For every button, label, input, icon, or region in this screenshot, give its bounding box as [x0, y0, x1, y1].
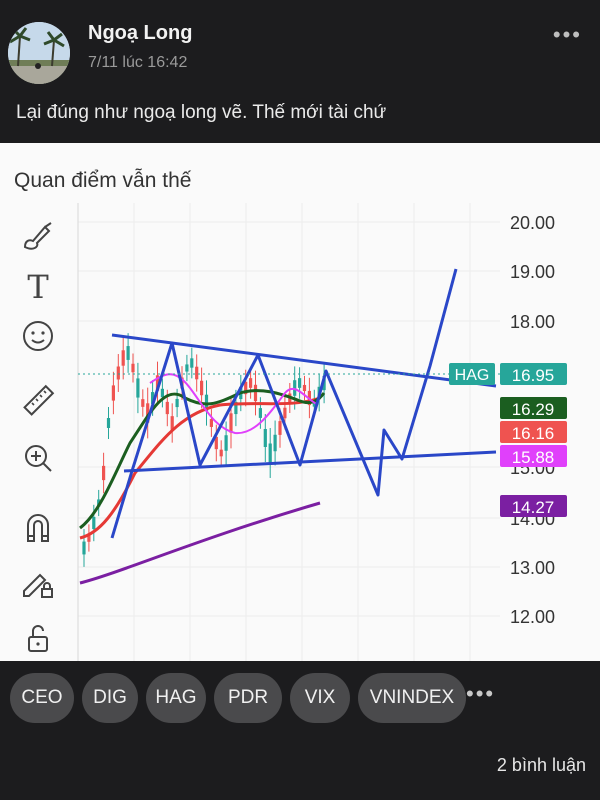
- candle-body: [200, 380, 204, 396]
- price-label: 16.16: [512, 424, 555, 443]
- ruler-icon: [16, 383, 60, 423]
- post-timestamp[interactable]: 7/11 lúc 16:42: [88, 54, 187, 72]
- y-tick-label: 20.00: [510, 213, 555, 233]
- image-caption: Quan điểm vẫn thế: [14, 169, 192, 192]
- unlock-icon: [16, 621, 60, 661]
- zoom-in-icon: [16, 441, 60, 481]
- post-header: Ngoạ Long 7/11 lúc 16:42 •••: [0, 0, 600, 90]
- tag-vix[interactable]: VIX: [290, 673, 350, 723]
- candle-body: [175, 398, 179, 408]
- candle-body: [273, 434, 277, 452]
- candle-body: [131, 363, 135, 373]
- candle-body: [92, 516, 96, 530]
- tag-ceo[interactable]: CEO: [10, 673, 74, 723]
- candle-body: [229, 413, 233, 433]
- ma-purple-line: [79, 501, 321, 585]
- candle-body: [106, 418, 111, 428]
- candle-body: [224, 435, 228, 451]
- price-label: 14.27: [512, 498, 555, 517]
- y-tick-label: 12.00: [510, 607, 555, 627]
- candle-body: [278, 421, 282, 435]
- avatar[interactable]: [8, 22, 70, 84]
- comments-count[interactable]: 2 bình luận: [497, 755, 586, 776]
- candle-body: [126, 346, 130, 360]
- candle-body: [283, 407, 287, 419]
- post-body-text: Lại đúng như ngoạ long vẽ. Thế mới tài c…: [16, 102, 387, 123]
- author-name[interactable]: Ngoạ Long: [88, 22, 192, 45]
- candle-body: [219, 449, 223, 457]
- lower-trendline: [123, 450, 497, 473]
- y-tick-label: 19.00: [510, 262, 555, 282]
- candle-body: [160, 388, 164, 398]
- candle-body: [258, 408, 262, 418]
- candle-body: [82, 541, 86, 555]
- price-label: 16.29: [512, 400, 555, 419]
- post-image[interactable]: 20.00 19.00 18.00 15.00 14.00 13.00 12.00 HAG 16…: [0, 143, 600, 661]
- pencil-lock-icon: [16, 565, 60, 605]
- candle-body: [102, 465, 106, 481]
- tag-dig[interactable]: DIG: [82, 673, 138, 723]
- candle-body: [136, 378, 140, 398]
- tag-pdr[interactable]: PDR: [214, 673, 282, 723]
- candle-body: [298, 378, 302, 388]
- candle-body: [141, 399, 145, 407]
- candle-body: [165, 401, 169, 415]
- tag-vnindex[interactable]: VNINDEX: [358, 673, 466, 723]
- candle-body: [253, 384, 258, 402]
- candle-body: [302, 384, 307, 392]
- text-icon: T: [27, 268, 49, 306]
- brush-icon: [16, 219, 60, 259]
- post-footer: CEO DIG HAG PDR VIX VNINDEX ••• 2 bình l…: [0, 661, 600, 800]
- price-label: 16.95: [512, 366, 555, 385]
- candle-body: [121, 350, 125, 366]
- more-options-icon[interactable]: •••: [553, 22, 582, 48]
- candle-body: [249, 378, 253, 388]
- candle-body: [185, 364, 189, 372]
- tag-hag[interactable]: HAG: [146, 673, 206, 723]
- candle-body: [209, 419, 213, 427]
- emoji-icon: [16, 319, 60, 359]
- candle-body: [190, 358, 194, 368]
- candle-body: [268, 443, 272, 463]
- candle-body: [116, 366, 120, 380]
- y-tick-label: 13.00: [510, 558, 555, 578]
- magnet-icon: [16, 511, 60, 551]
- chart: 20.0019.0018.0015.0014.0013.0012.00HAG 16…: [77, 203, 567, 661]
- candle-body: [111, 385, 115, 401]
- symbol-label: HAG: [455, 367, 490, 384]
- price-label: 15.88: [512, 448, 555, 467]
- more-tags-icon[interactable]: •••: [466, 673, 495, 723]
- candle-body: [263, 428, 267, 448]
- y-tick-label: 18.00: [510, 312, 555, 332]
- candle-body: [195, 366, 199, 380]
